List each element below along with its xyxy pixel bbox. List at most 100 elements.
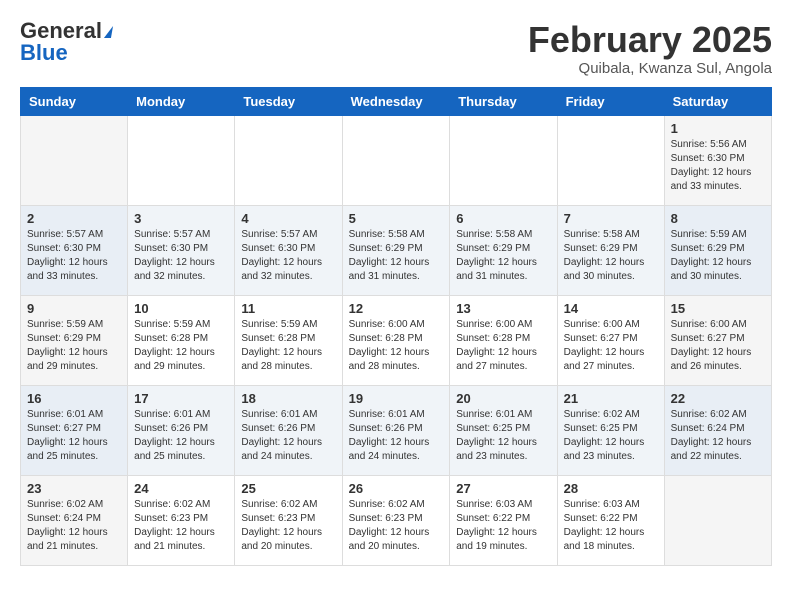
day-info: Sunrise: 6:03 AM Sunset: 6:22 PM Dayligh… — [456, 498, 550, 554]
col-header-sunday: Sunday — [21, 87, 128, 115]
calendar-cell: 3Sunrise: 5:57 AM Sunset: 6:30 PM Daylig… — [128, 205, 235, 295]
calendar-cell: 14 Sunrise: 6:00 AM Sunset: 6:27 PM Dayli… — [557, 295, 664, 385]
calendar-cell: 22 Sunrise: 6:02 AM Sunset: 6:24 PM Dayli… — [664, 385, 771, 475]
day-number: 23 — [27, 481, 121, 496]
logo-general-text: General — [20, 20, 112, 42]
calendar-week-row: 2 Sunrise: 5:57 AM Sunset: 6:30 PM Daylig… — [21, 205, 772, 295]
day-number: 5 — [349, 211, 444, 226]
calendar-cell: 18Sunrise: 6:01 AM Sunset: 6:26 PM Dayli… — [235, 385, 342, 475]
day-number: 24 — [134, 481, 228, 496]
col-header-wednesday: Wednesday — [342, 87, 450, 115]
col-header-thursday: Thursday — [450, 87, 557, 115]
calendar-cell: 10 Sunrise: 5:59 AM Sunset: 6:28 PM Dayli… — [128, 295, 235, 385]
day-info: Sunrise: 6:02 AM Sunset: 6:23 PM Dayligh… — [349, 498, 444, 554]
day-number: 27 — [456, 481, 550, 496]
calendar-cell: 25 Sunrise: 6:02 AM Sunset: 6:23 PM Dayli… — [235, 475, 342, 565]
day-number: 13 — [456, 301, 550, 316]
day-number: 16 — [27, 391, 121, 406]
calendar-cell: 27 Sunrise: 6:03 AM Sunset: 6:22 PM Dayli… — [450, 475, 557, 565]
day-number: 20 — [456, 391, 550, 406]
day-info: Sunrise: 6:02 AM Sunset: 6:25 PM Dayligh… — [564, 408, 658, 464]
day-number: 15 — [671, 301, 765, 316]
calendar-cell — [342, 115, 450, 205]
day-info: Sunrise: 6:02 AM Sunset: 6:24 PM Dayligh… — [27, 498, 121, 554]
day-number: 22 — [671, 391, 765, 406]
day-number: 17 — [134, 391, 228, 406]
month-year-title: February 2025 — [528, 20, 772, 60]
day-number: 26 — [349, 481, 444, 496]
day-number: 12 — [349, 301, 444, 316]
day-info: Sunrise: 6:02 AM Sunset: 6:23 PM Dayligh… — [241, 498, 335, 554]
calendar-cell: 5 Sunrise: 5:58 AM Sunset: 6:29 PM Daylig… — [342, 205, 450, 295]
calendar-cell: 26 Sunrise: 6:02 AM Sunset: 6:23 PM Dayli… — [342, 475, 450, 565]
col-header-saturday: Saturday — [664, 87, 771, 115]
calendar-week-row: 23 Sunrise: 6:02 AM Sunset: 6:24 PM Dayli… — [21, 475, 772, 565]
day-number: 1 — [671, 121, 765, 136]
day-info: Sunrise: 5:58 AM Sunset: 6:29 PM Dayligh… — [349, 228, 444, 284]
day-info: Sunrise: 6:00 AM Sunset: 6:27 PM Dayligh… — [671, 318, 765, 374]
day-info: Sunrise: 5:58 AM Sunset: 6:29 PM Dayligh… — [456, 228, 550, 284]
calendar-cell: 24 Sunrise: 6:02 AM Sunset: 6:23 PM Dayli… — [128, 475, 235, 565]
calendar-cell — [235, 115, 342, 205]
day-info: Sunrise: 5:58 AM Sunset: 6:29 PM Dayligh… — [564, 228, 658, 284]
day-info: Sunrise: 5:56 AM Sunset: 6:30 PM Dayligh… — [671, 138, 765, 194]
calendar-week-row: 9Sunrise: 5:59 AM Sunset: 6:29 PM Daylig… — [21, 295, 772, 385]
calendar-cell: 4 Sunrise: 5:57 AM Sunset: 6:30 PM Daylig… — [235, 205, 342, 295]
calendar-cell: 17 Sunrise: 6:01 AM Sunset: 6:26 PM Dayli… — [128, 385, 235, 475]
day-number: 8 — [671, 211, 765, 226]
calendar-cell: 6 Sunrise: 5:58 AM Sunset: 6:29 PM Daylig… — [450, 205, 557, 295]
calendar-cell — [557, 115, 664, 205]
calendar-cell: 7 Sunrise: 5:58 AM Sunset: 6:29 PM Daylig… — [557, 205, 664, 295]
day-info: Sunrise: 5:57 AM Sunset: 6:30 PM Dayligh… — [134, 228, 228, 284]
day-info: Sunrise: 6:01 AM Sunset: 6:26 PM Dayligh… — [134, 408, 228, 464]
calendar-cell: 20 Sunrise: 6:01 AM Sunset: 6:25 PM Dayli… — [450, 385, 557, 475]
calendar-cell: 11Sunrise: 5:59 AM Sunset: 6:28 PM Dayli… — [235, 295, 342, 385]
col-header-tuesday: Tuesday — [235, 87, 342, 115]
calendar-cell — [128, 115, 235, 205]
day-number: 4 — [241, 211, 335, 226]
calendar-cell: 8 Sunrise: 5:59 AM Sunset: 6:29 PM Daylig… — [664, 205, 771, 295]
day-info: Sunrise: 5:59 AM Sunset: 6:28 PM Dayligh… — [134, 318, 228, 374]
calendar-cell — [21, 115, 128, 205]
calendar-cell — [450, 115, 557, 205]
day-info: Sunrise: 5:57 AM Sunset: 6:30 PM Dayligh… — [27, 228, 121, 284]
calendar-week-row: 16Sunrise: 6:01 AM Sunset: 6:27 PM Dayli… — [21, 385, 772, 475]
calendar-cell: 13 Sunrise: 6:00 AM Sunset: 6:28 PM Dayli… — [450, 295, 557, 385]
day-info: Sunrise: 6:00 AM Sunset: 6:28 PM Dayligh… — [349, 318, 444, 374]
calendar-cell: 21 Sunrise: 6:02 AM Sunset: 6:25 PM Dayli… — [557, 385, 664, 475]
calendar-cell: 9Sunrise: 5:59 AM Sunset: 6:29 PM Daylig… — [21, 295, 128, 385]
day-number: 19 — [349, 391, 444, 406]
location-subtitle: Quibala, Kwanza Sul, Angola — [528, 60, 772, 77]
day-number: 28 — [564, 481, 658, 496]
day-info: Sunrise: 6:00 AM Sunset: 6:28 PM Dayligh… — [456, 318, 550, 374]
day-info: Sunrise: 6:00 AM Sunset: 6:27 PM Dayligh… — [564, 318, 658, 374]
day-number: 25 — [241, 481, 335, 496]
calendar-week-row: 1 Sunrise: 5:56 AM Sunset: 6:30 PM Daylig… — [21, 115, 772, 205]
calendar-cell: 23 Sunrise: 6:02 AM Sunset: 6:24 PM Dayli… — [21, 475, 128, 565]
day-info: Sunrise: 6:01 AM Sunset: 6:26 PM Dayligh… — [349, 408, 444, 464]
day-number: 6 — [456, 211, 550, 226]
day-number: 7 — [564, 211, 658, 226]
col-header-friday: Friday — [557, 87, 664, 115]
day-info: Sunrise: 6:02 AM Sunset: 6:24 PM Dayligh… — [671, 408, 765, 464]
day-info: Sunrise: 6:01 AM Sunset: 6:26 PM Dayligh… — [241, 408, 335, 464]
day-info: Sunrise: 6:03 AM Sunset: 6:22 PM Dayligh… — [564, 498, 658, 554]
day-info: Sunrise: 5:59 AM Sunset: 6:29 PM Dayligh… — [671, 228, 765, 284]
col-header-monday: Monday — [128, 87, 235, 115]
day-number: 14 — [564, 301, 658, 316]
day-info: Sunrise: 6:01 AM Sunset: 6:25 PM Dayligh… — [456, 408, 550, 464]
calendar-header-row: SundayMondayTuesdayWednesdayThursdayFrid… — [21, 87, 772, 115]
calendar-table: SundayMondayTuesdayWednesdayThursdayFrid… — [20, 87, 772, 566]
day-info: Sunrise: 5:57 AM Sunset: 6:30 PM Dayligh… — [241, 228, 335, 284]
calendar-cell: 12 Sunrise: 6:00 AM Sunset: 6:28 PM Dayli… — [342, 295, 450, 385]
calendar-cell: 16Sunrise: 6:01 AM Sunset: 6:27 PM Dayli… — [21, 385, 128, 475]
day-number: 11 — [241, 301, 335, 316]
day-number: 21 — [564, 391, 658, 406]
day-number: 2 — [27, 211, 121, 226]
title-block: February 2025 Quibala, Kwanza Sul, Angol… — [528, 20, 772, 77]
calendar-cell: 15 Sunrise: 6:00 AM Sunset: 6:27 PM Dayli… — [664, 295, 771, 385]
day-number: 10 — [134, 301, 228, 316]
calendar-cell: 2 Sunrise: 5:57 AM Sunset: 6:30 PM Daylig… — [21, 205, 128, 295]
logo-blue-text: Blue — [20, 42, 68, 64]
day-info: Sunrise: 6:02 AM Sunset: 6:23 PM Dayligh… — [134, 498, 228, 554]
